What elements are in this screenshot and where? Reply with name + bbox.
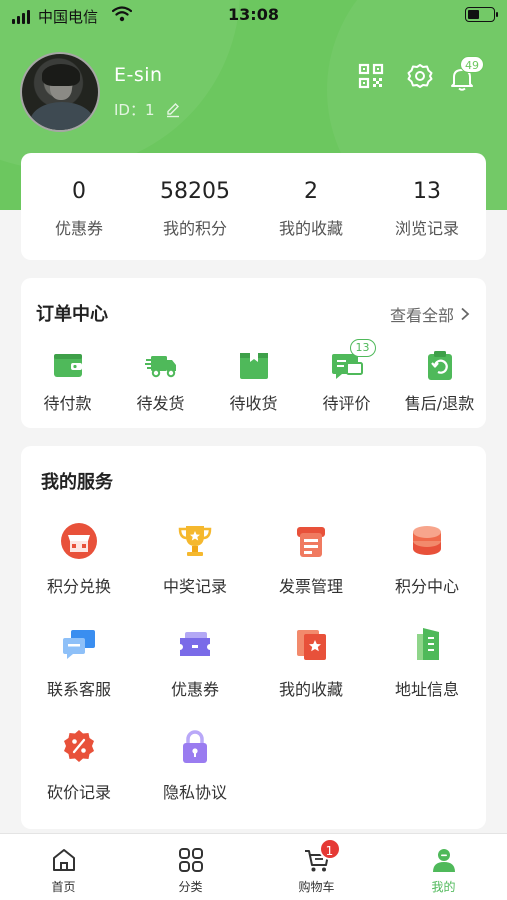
coupon-icon [180, 632, 210, 656]
service-invoice-management[interactable]: 发票管理 [253, 521, 369, 597]
my-services-card: 我的服务 积分兑换 中奖记录 发票管理 积分中心 联系客服 优惠券 我的收藏 地… [21, 446, 486, 829]
service-label: 积分兑换 [46, 577, 111, 596]
stats-card: 0 优惠券 58205 我的积分 2 我的收藏 13 浏览记录 [21, 153, 486, 260]
service-label: 我的收藏 [278, 680, 343, 699]
service-points-exchange[interactable]: 积分兑换 [21, 521, 137, 597]
service-address-info[interactable]: 地址信息 [369, 624, 485, 700]
notification-badge: 49 [460, 56, 484, 73]
grid-icon [178, 848, 203, 872]
view-all-orders-link[interactable]: 查看全部 [390, 302, 470, 326]
favorite-icon [297, 630, 326, 660]
stat-label: 浏览记录 [394, 219, 459, 238]
service-label: 联系客服 [46, 680, 111, 699]
stat-coupons[interactable]: 0 优惠券 [21, 153, 137, 239]
trophy-icon [178, 526, 212, 556]
chat-icon [63, 630, 95, 659]
stat-favorites[interactable]: 2 我的收藏 [253, 153, 369, 239]
service-coupons[interactable]: 优惠券 [137, 624, 253, 700]
review-count-badge: 13 [349, 339, 376, 357]
stat-label: 优惠券 [54, 219, 103, 238]
username[interactable]: E-sin [114, 64, 163, 86]
stat-value: 13 [413, 179, 441, 204]
order-pending-review[interactable]: 13 待评价 [300, 339, 393, 414]
service-label: 砍价记录 [46, 783, 111, 802]
tab-cart[interactable]: 1 购物车 [253, 834, 380, 900]
user-id-label: ID：1 [114, 101, 155, 119]
service-label: 积分中心 [394, 577, 459, 596]
shop-icon [61, 523, 97, 559]
discount-icon [64, 730, 94, 762]
truck-icon [144, 356, 176, 378]
stat-label: 我的积分 [162, 219, 227, 238]
status-bar: 中国电信 13:08 [0, 0, 507, 30]
package-icon [239, 353, 268, 379]
service-label: 地址信息 [394, 680, 459, 699]
order-label: 待付款 [43, 394, 92, 413]
order-after-sales[interactable]: 售后/退款 [393, 348, 486, 414]
order-label: 待收货 [229, 394, 278, 413]
edit-icon[interactable] [165, 102, 181, 118]
lock-icon [183, 730, 207, 763]
stat-value: 58205 [160, 179, 230, 204]
order-label: 待评价 [322, 394, 371, 413]
service-my-favorites[interactable]: 我的收藏 [253, 624, 369, 700]
tab-profile[interactable]: 我的 [380, 834, 507, 900]
service-label: 隐私协议 [162, 783, 227, 802]
order-label: 售后/退款 [404, 394, 475, 413]
order-label: 待发货 [136, 394, 185, 413]
coins-icon [413, 526, 441, 555]
tab-label: 分类 [178, 880, 203, 894]
services-title: 我的服务 [41, 472, 113, 493]
settings-icon[interactable] [406, 62, 434, 90]
service-privacy-agreement[interactable]: 隐私协议 [137, 727, 253, 803]
service-points-center[interactable]: 积分中心 [369, 521, 485, 597]
stat-label: 我的收藏 [278, 219, 343, 238]
tab-category[interactable]: 分类 [127, 834, 254, 900]
view-all-label: 查看全部 [389, 306, 454, 325]
clock: 13:08 [228, 5, 279, 24]
user-id: ID：1 [114, 99, 181, 120]
wallet-icon [53, 354, 82, 377]
refund-icon [427, 351, 452, 380]
chevron-right-icon [461, 307, 470, 321]
tab-label: 购物车 [298, 880, 335, 894]
bottom-tab-bar: 首页 分类 1 购物车 我的 [0, 833, 507, 900]
building-icon [417, 628, 439, 660]
cart-badge: 1 [318, 838, 341, 860]
tab-label: 首页 [51, 880, 76, 894]
battery-icon [465, 7, 498, 22]
order-center-card: 订单中心 查看全部 待付款 待发货 待收货 13 待评价 售后/退款 [21, 278, 486, 428]
order-pending-shipment[interactable]: 待发货 [114, 348, 207, 414]
profile-icon [432, 849, 455, 872]
tab-label: 我的 [431, 880, 456, 894]
home-icon [52, 849, 75, 871]
service-prize-records[interactable]: 中奖记录 [137, 521, 253, 597]
invoice-icon [297, 527, 325, 557]
tab-home[interactable]: 首页 [0, 834, 127, 900]
service-label: 优惠券 [170, 680, 219, 699]
service-label: 中奖记录 [162, 577, 227, 596]
stat-points[interactable]: 58205 我的积分 [137, 153, 253, 239]
service-label: 发票管理 [278, 577, 343, 596]
stat-value: 0 [72, 179, 86, 204]
order-pending-receipt[interactable]: 待收货 [207, 348, 300, 414]
stat-value: 2 [304, 179, 318, 204]
stat-history[interactable]: 13 浏览记录 [369, 153, 485, 239]
order-pending-payment[interactable]: 待付款 [21, 348, 114, 414]
qr-code-icon[interactable] [357, 62, 385, 90]
service-customer-support[interactable]: 联系客服 [21, 624, 137, 700]
service-bargain-records[interactable]: 砍价记录 [21, 727, 137, 803]
order-center-title: 订单中心 [36, 304, 108, 325]
avatar[interactable] [20, 52, 100, 132]
